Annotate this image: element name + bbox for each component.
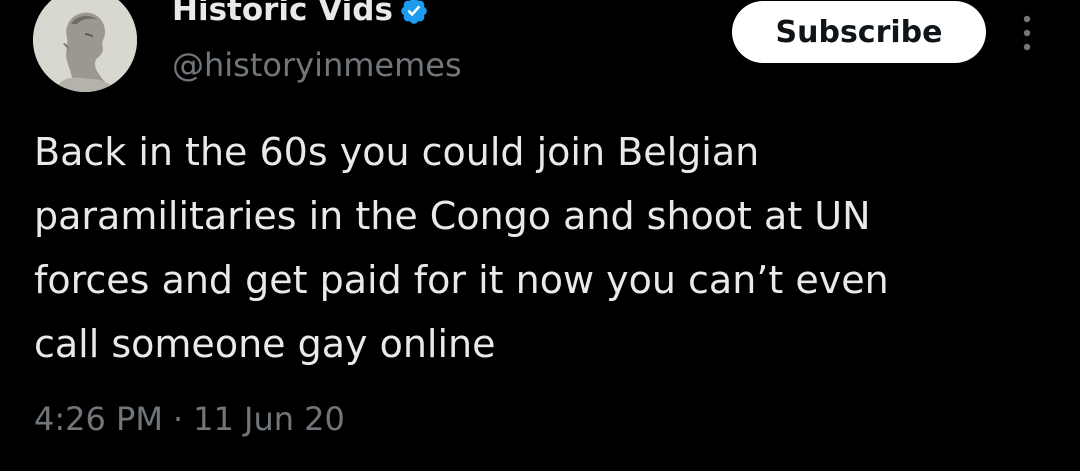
author-avatar[interactable] xyxy=(33,0,137,92)
tweet-text: Back in the 60s you could join Belgian p… xyxy=(34,120,1054,376)
tweet-text-line: Back in the 60s you could join Belgian xyxy=(34,130,760,174)
subscribe-button[interactable]: Subscribe xyxy=(732,1,986,63)
more-options-button[interactable] xyxy=(1012,10,1042,56)
tweet-timestamp[interactable]: 4:26 PM · 11 Jun 20 xyxy=(34,394,345,444)
tweet-time: 4:26 PM xyxy=(34,400,163,438)
display-name-text: Historic Vids xyxy=(172,0,393,28)
tweet-text-line: paramilitaries in the Congo and shoot at… xyxy=(34,194,871,238)
classical-bust-avatar-icon xyxy=(33,0,137,92)
author-display-name[interactable]: Historic Vids xyxy=(172,0,429,32)
tweet-text-line: forces and get paid for it now you can’t… xyxy=(34,258,889,302)
tweet-text-line: call someone gay online xyxy=(34,322,496,366)
timestamp-separator: · xyxy=(172,400,184,438)
tweet-date: 11 Jun 20 xyxy=(193,400,345,438)
more-vertical-icon xyxy=(1023,15,1031,51)
author-handle[interactable]: @historyinmemes xyxy=(172,43,462,87)
verified-badge-icon xyxy=(399,0,429,26)
